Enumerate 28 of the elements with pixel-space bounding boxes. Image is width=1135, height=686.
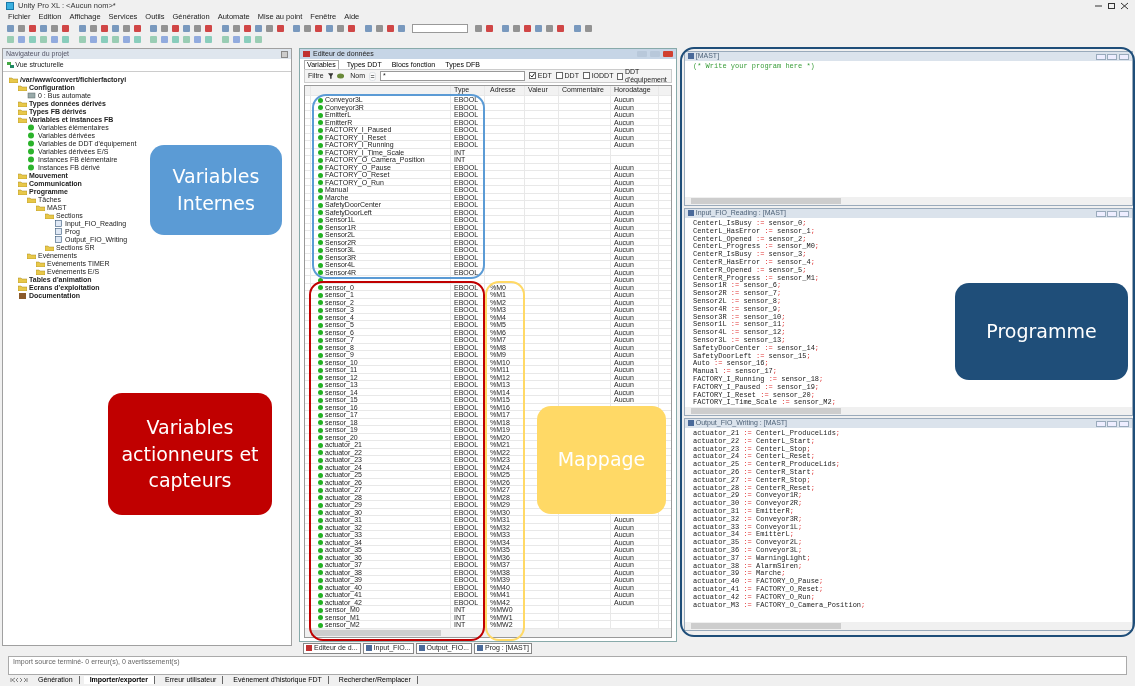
code-icon	[365, 645, 372, 651]
code-icon	[688, 210, 694, 217]
code-icon	[688, 53, 694, 60]
editor-icon	[303, 51, 310, 57]
scrollbar-thumb[interactable]	[691, 198, 841, 204]
funnel-icon[interactable]	[327, 72, 334, 80]
scrollbar-thumb[interactable]	[311, 629, 441, 636]
checkbox[interactable]	[582, 72, 590, 80]
callout-label: Programme	[955, 283, 1128, 380]
checkbox[interactable]	[617, 72, 624, 80]
scrollbar-thumb[interactable]	[691, 623, 841, 629]
callout-label: Variables Internes	[150, 145, 282, 235]
callout-label: Variables actionneurs et capteurs	[108, 393, 272, 515]
checkbox[interactable]	[555, 72, 563, 80]
scrollbar-thumb[interactable]	[691, 408, 841, 414]
hand-icon[interactable]	[337, 72, 345, 80]
app-icon	[6, 2, 14, 10]
code-icon	[688, 420, 694, 427]
book-icon	[18, 292, 27, 300]
tab-navigation-icon[interactable]	[10, 677, 28, 683]
editor-icon	[306, 645, 312, 651]
structure-icon	[6, 60, 14, 69]
code-icon	[418, 645, 425, 651]
code-icon	[477, 645, 483, 651]
dropdown-field[interactable]	[411, 24, 468, 33]
device-icon	[27, 92, 36, 100]
callout-label: Mappage	[537, 405, 666, 514]
checkbox[interactable]	[529, 72, 537, 80]
